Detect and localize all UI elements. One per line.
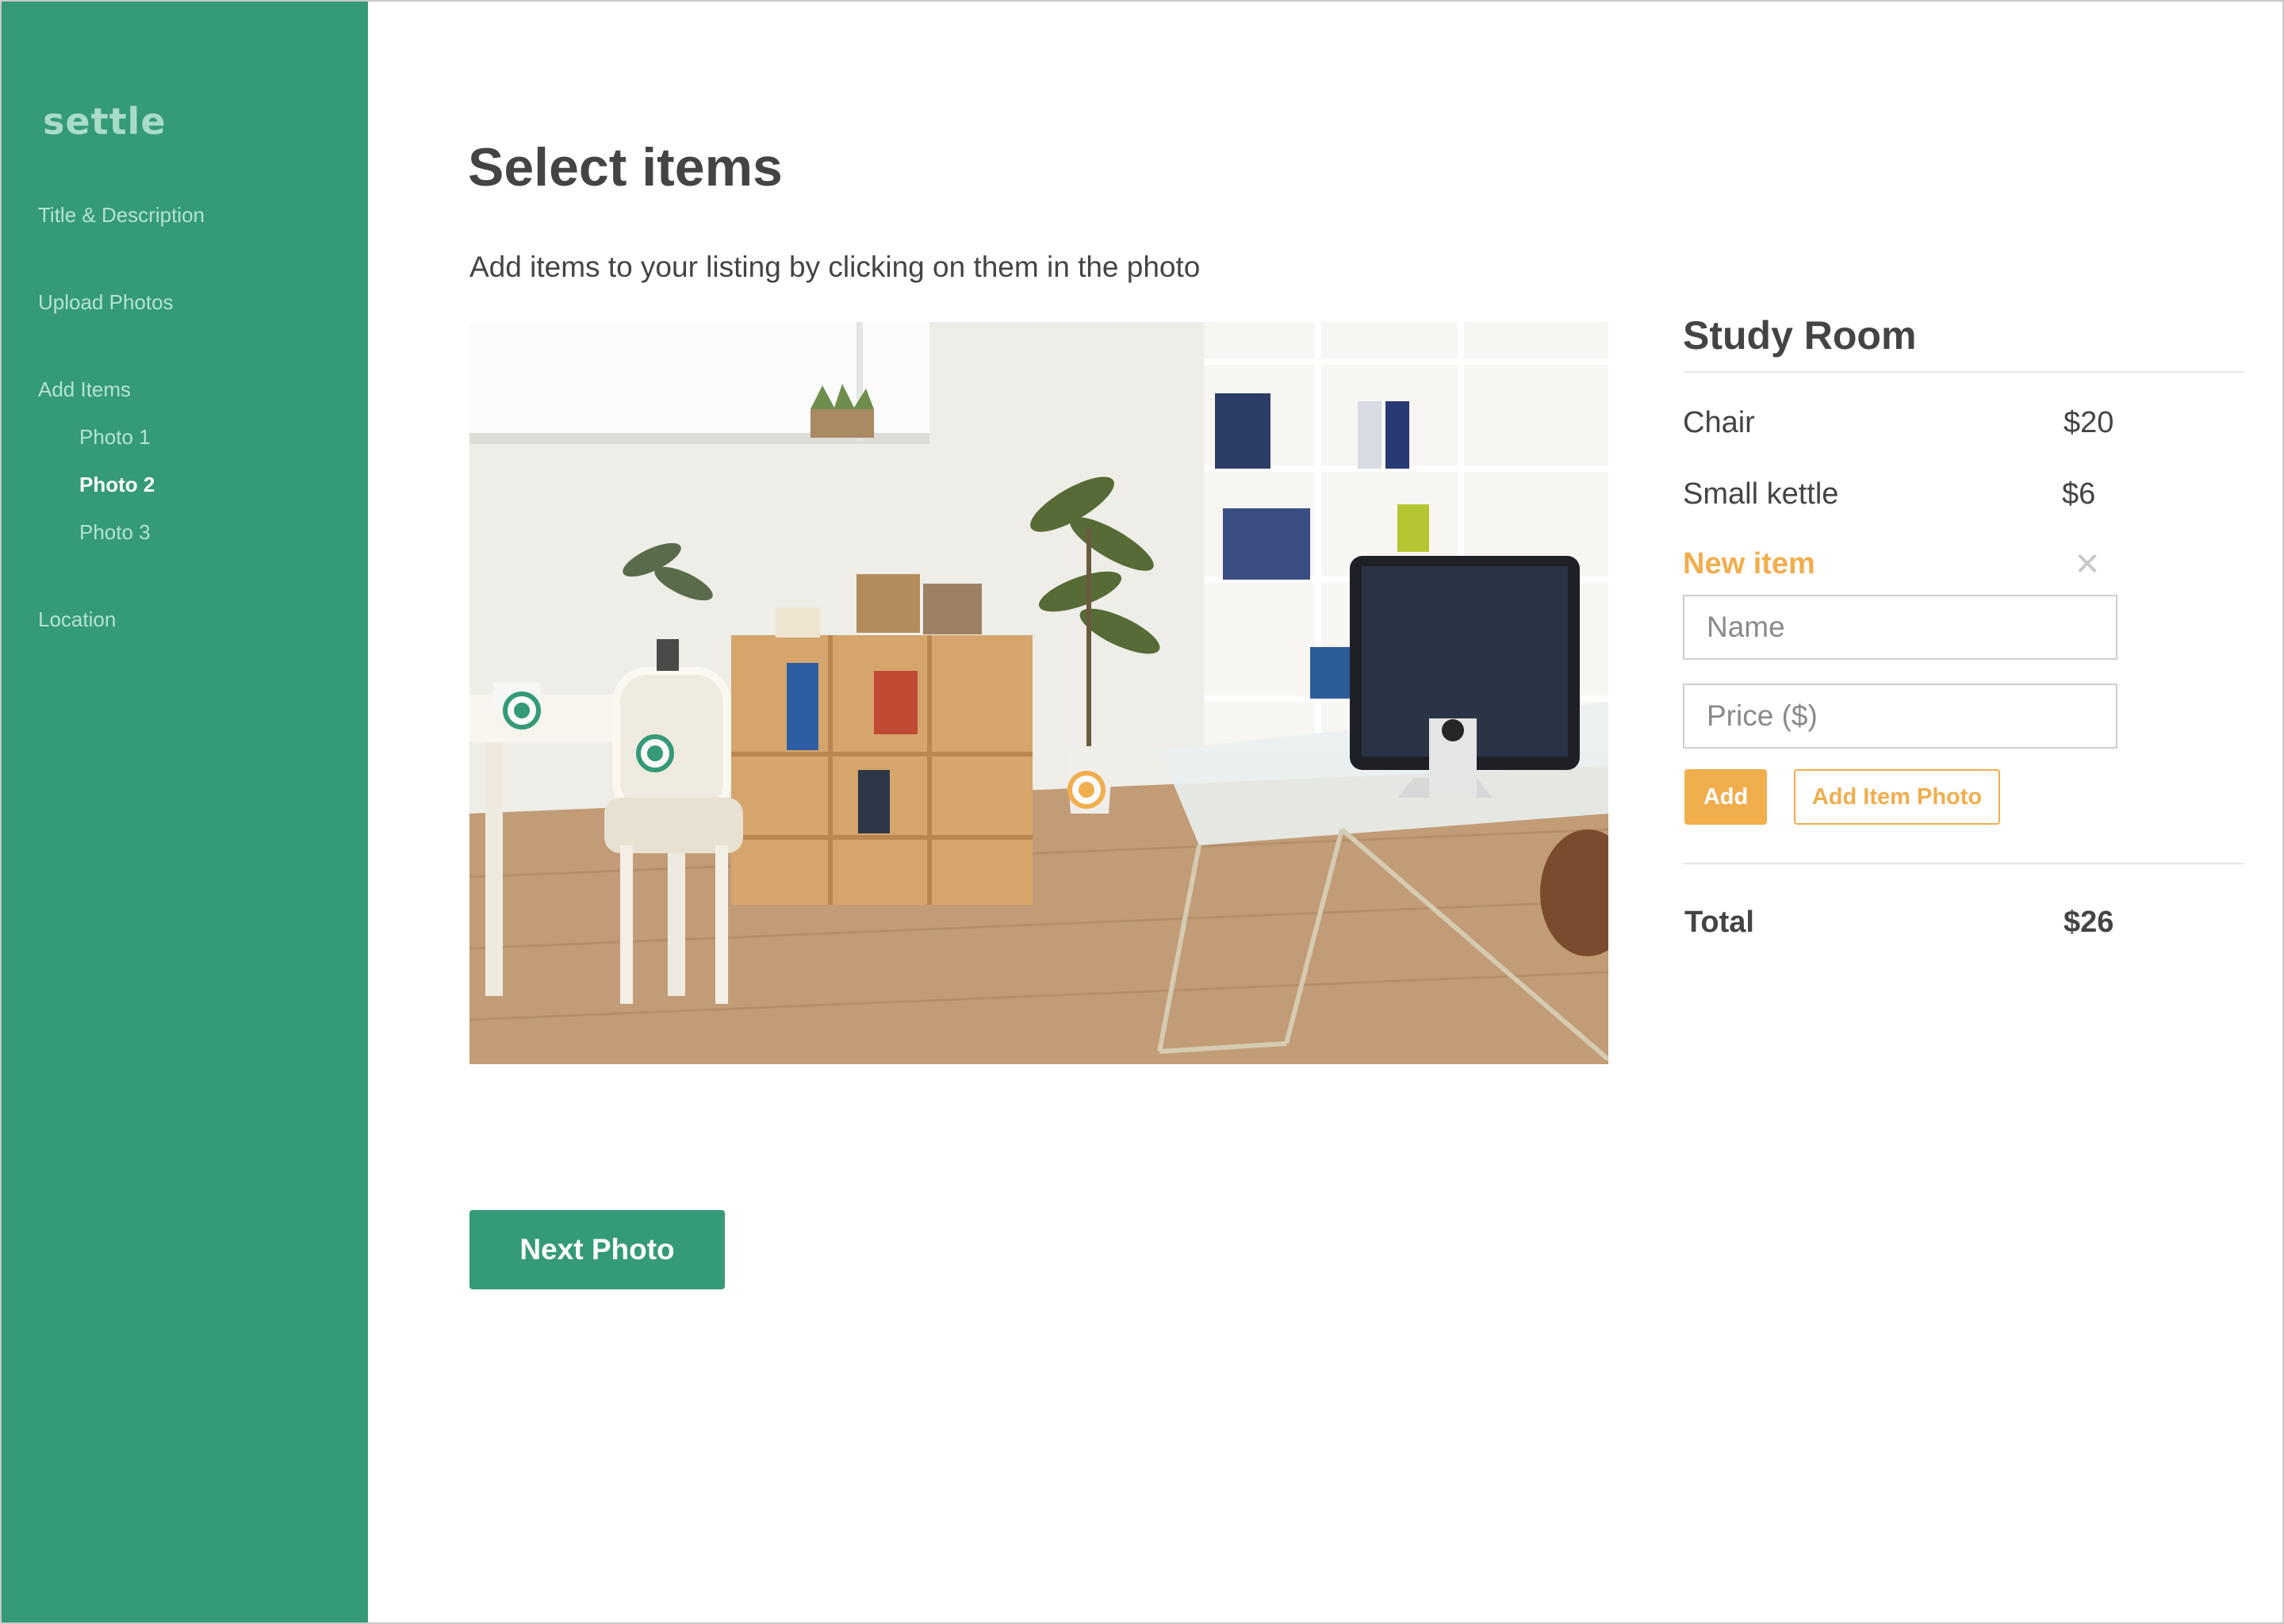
sidebar: settle Title & Description Upload Photos… <box>2 2 368 1622</box>
sidebar-item-photo-1[interactable]: Photo 1 <box>79 425 151 450</box>
page-subtitle: Add items to your listing by clicking on… <box>469 251 1201 283</box>
item-name-chair: Chair <box>1683 406 1755 439</box>
new-item-heading: New item <box>1683 547 1815 580</box>
sidebar-item-add-items[interactable]: Add Items <box>38 377 131 402</box>
add-item-button[interactable]: Add <box>1684 769 1767 825</box>
item-marker-new[interactable] <box>1067 771 1106 809</box>
divider <box>1683 371 2244 373</box>
room-photo[interactable] <box>469 322 1608 1064</box>
settle-logo[interactable]: settle <box>43 100 167 143</box>
sidebar-item-photo-3[interactable]: Photo 3 <box>79 520 151 545</box>
item-marker-chair[interactable] <box>636 734 674 772</box>
item-name-small-kettle: Small kettle <box>1683 477 1839 511</box>
item-marker-small-kettle[interactable] <box>503 691 541 730</box>
total-label: Total <box>1684 906 1754 939</box>
sidebar-item-photo-2[interactable]: Photo 2 <box>79 473 155 497</box>
item-price-small-kettle: $6 <box>2062 477 2096 511</box>
close-icon[interactable]: ✕ <box>2071 549 2103 580</box>
page-title: Select items <box>468 137 783 197</box>
sidebar-item-location[interactable]: Location <box>38 607 116 632</box>
item-price-input[interactable] <box>1683 684 2117 749</box>
room-title: Study Room <box>1683 313 1917 358</box>
room-photo-illustration <box>469 322 1608 1064</box>
divider <box>1683 863 2244 864</box>
item-price-chair: $20 <box>2064 406 2114 439</box>
add-item-photo-button[interactable]: Add Item Photo <box>1794 769 2000 825</box>
item-name-input[interactable] <box>1683 595 2117 660</box>
next-photo-button[interactable]: Next Photo <box>469 1210 725 1289</box>
sidebar-item-upload-photos[interactable]: Upload Photos <box>38 290 174 315</box>
sidebar-item-title-description[interactable]: Title & Description <box>38 203 205 228</box>
total-value: $26 <box>2064 906 2114 939</box>
